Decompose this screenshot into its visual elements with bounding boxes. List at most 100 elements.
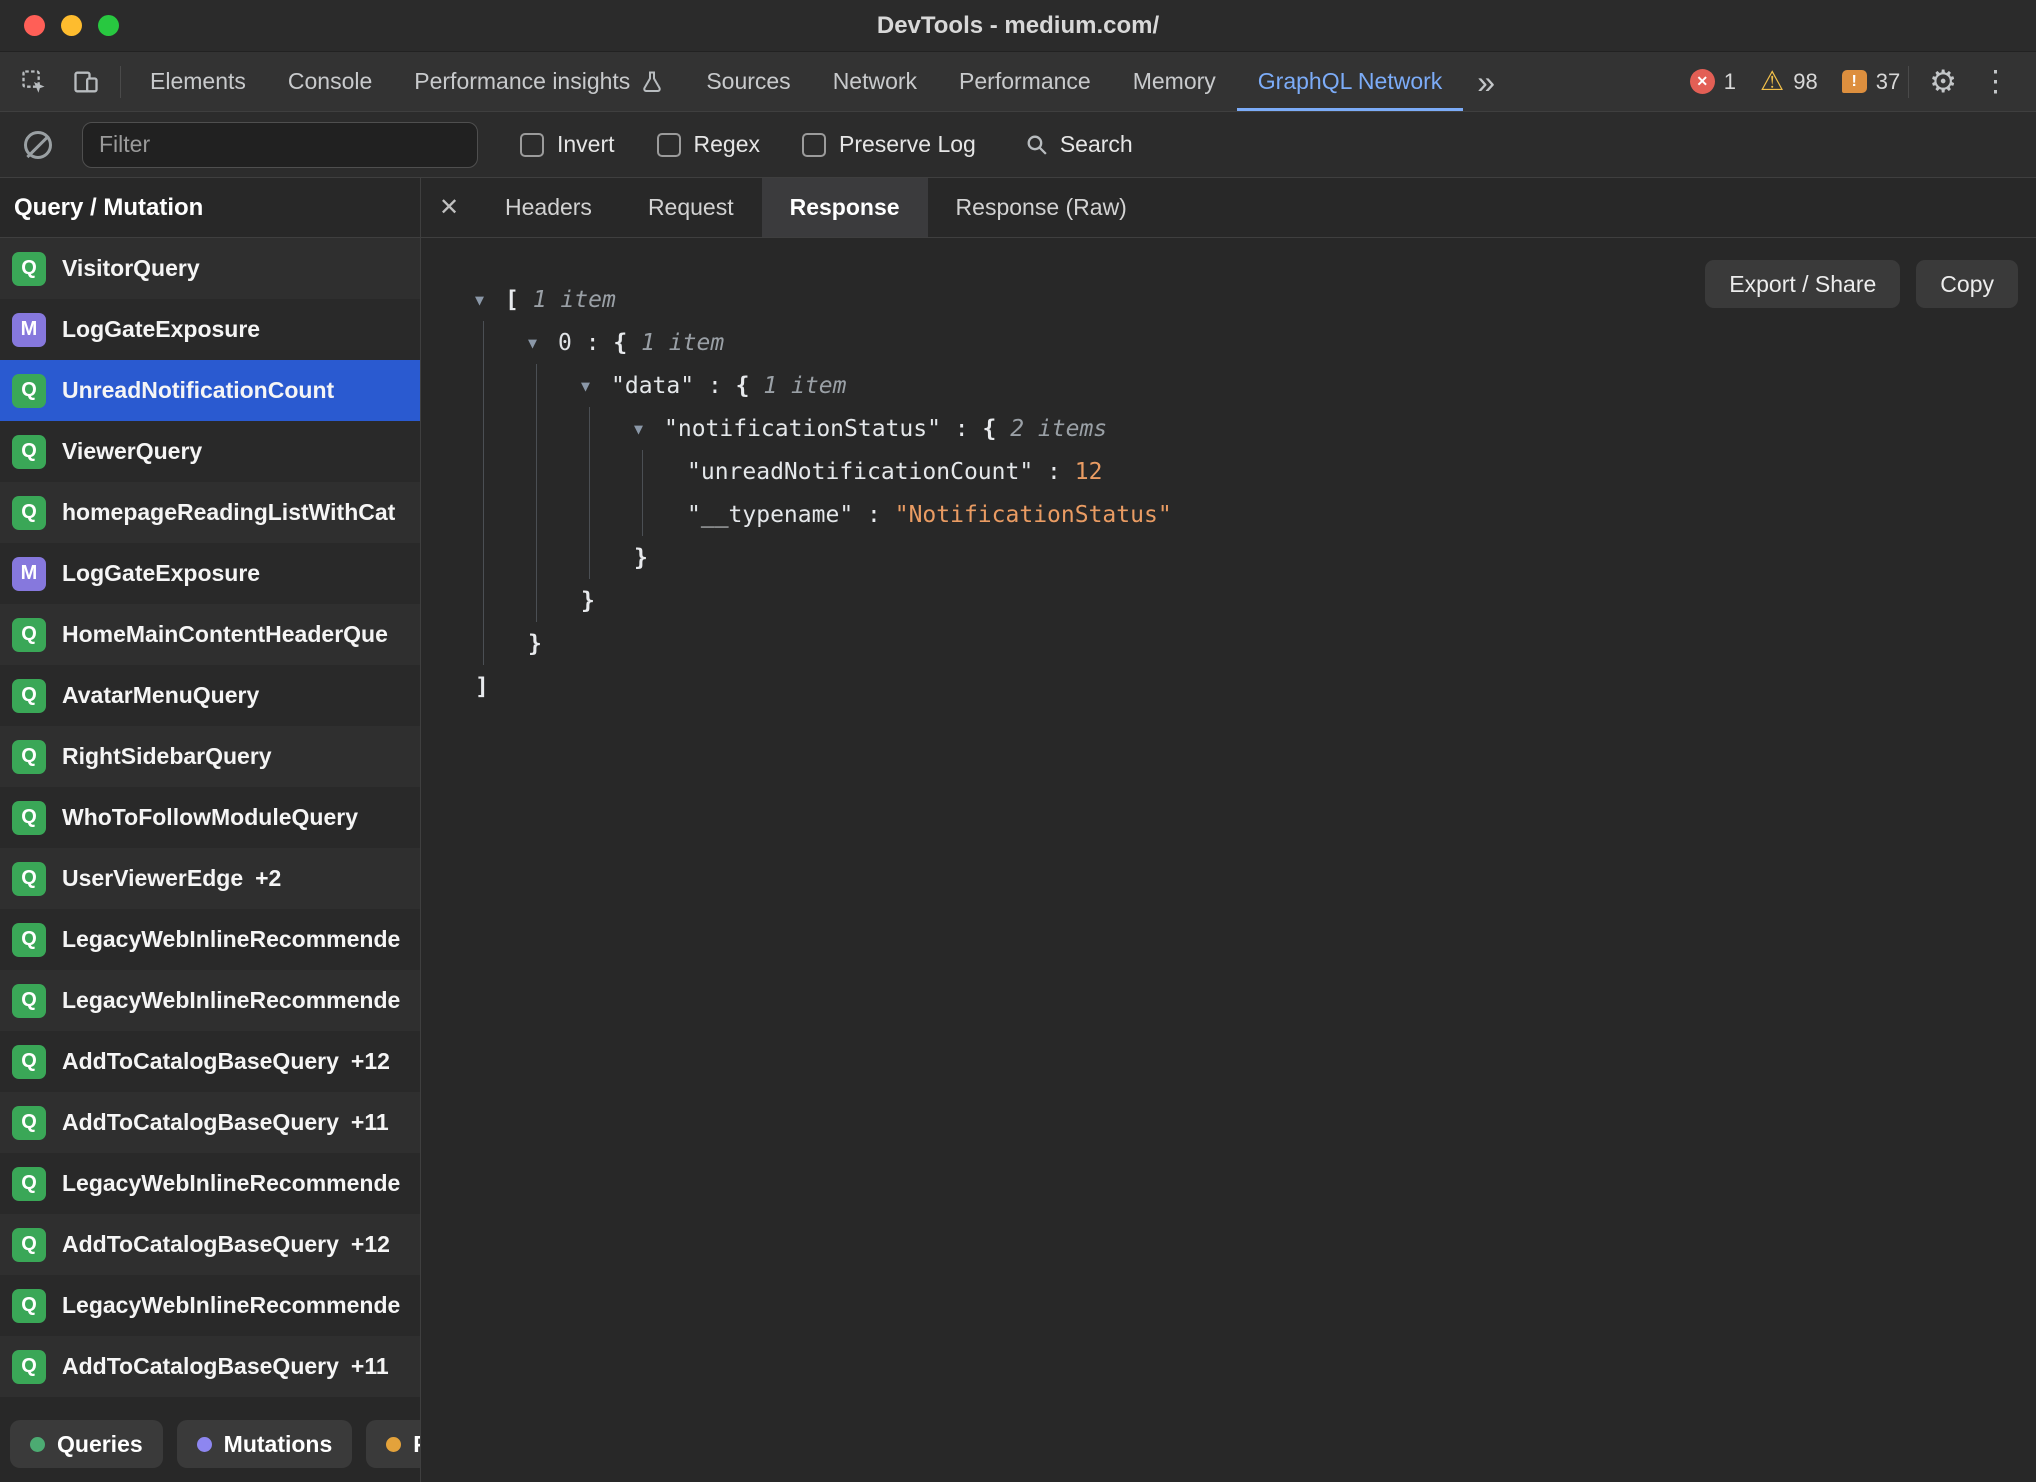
- indent-guide: [581, 407, 634, 450]
- collapse-caret-icon[interactable]: ▼: [475, 291, 505, 309]
- json-token-colon: :: [940, 415, 983, 442]
- list-item[interactable]: Q ViewerQuery: [0, 421, 420, 482]
- invert-checkbox[interactable]: Invert: [520, 131, 615, 158]
- separator: [120, 65, 121, 98]
- tab-memory[interactable]: Memory: [1112, 52, 1237, 111]
- query-badge: Q: [12, 861, 46, 896]
- checkbox-icon: [520, 132, 544, 157]
- operation-name: LogGateExposure: [62, 560, 261, 586]
- list-item[interactable]: Q LegacyWebInlineRecommende: [0, 1153, 420, 1214]
- json-token-colon: :: [694, 372, 736, 399]
- tab-label: GraphQL Network: [1257, 68, 1443, 94]
- indent-guide: [581, 493, 634, 536]
- list-item[interactable]: Q AddToCatalogBaseQuery +11: [0, 1336, 420, 1397]
- tab-label: Network: [832, 68, 918, 94]
- list-item[interactable]: Q HomeMainContentHeaderQue: [0, 604, 420, 665]
- regex-checkbox[interactable]: Regex: [656, 131, 761, 158]
- list-item[interactable]: Q VisitorQuery: [0, 238, 420, 299]
- operation-name: HomeMainContentHeaderQue: [62, 621, 388, 647]
- operation-name: AddToCatalogBaseQuery: [62, 1231, 339, 1257]
- window-title: DevTools - medium.com/: [876, 11, 1160, 39]
- collapse-caret-icon[interactable]: ▼: [634, 420, 664, 438]
- list-item[interactable]: Q LegacyWebInlineRecommende: [0, 970, 420, 1031]
- tab-headers[interactable]: Headers: [477, 178, 620, 237]
- tab-elements[interactable]: Elements: [129, 52, 267, 111]
- macos-zoom-button[interactable]: [98, 15, 119, 36]
- json-token-meta: 1 item: [532, 286, 616, 313]
- warning-count-badge[interactable]: ⚠ 98: [1760, 68, 1818, 95]
- list-item[interactable]: Q AddToCatalogBaseQuery +12: [0, 1031, 420, 1092]
- macos-minimize-button[interactable]: [61, 15, 82, 36]
- json-tree-row: ▼ "notificationStatus" : { 2 items: [475, 407, 2036, 450]
- list-item[interactable]: Q AddToCatalogBaseQuery +11: [0, 1092, 420, 1153]
- export-share-button[interactable]: Export / Share: [1705, 260, 1901, 308]
- json-token-meta: 2 items: [1010, 415, 1108, 442]
- tab-label: Console: [287, 68, 373, 94]
- device-toolbar-button[interactable]: [60, 52, 112, 111]
- filter-chip-label: Queries: [57, 1430, 143, 1457]
- list-item[interactable]: M LogGateExposure: [0, 543, 420, 604]
- copy-button[interactable]: Copy: [1916, 260, 2018, 308]
- list-item[interactable]: Q RightSidebarQuery: [0, 726, 420, 787]
- list-item[interactable]: Q UserViewerEdge +2: [0, 848, 420, 909]
- list-item[interactable]: Q WhoToFollowModuleQuery: [0, 787, 420, 848]
- query-badge: Q: [12, 1288, 46, 1323]
- operation-name: AvatarMenuQuery: [62, 682, 260, 708]
- checkbox-label: Preserve Log: [839, 131, 976, 157]
- batch-count: +12: [350, 1048, 390, 1074]
- list-item[interactable]: Q AddToCatalogBaseQuery +12: [0, 1214, 420, 1275]
- filter-input[interactable]: [82, 121, 478, 168]
- tab-network[interactable]: Network: [812, 52, 938, 111]
- filter-chip-mutations[interactable]: Mutations: [176, 1420, 353, 1468]
- indent-guide: [581, 450, 634, 493]
- list-item[interactable]: Q LegacyWebInlineRecommende: [0, 909, 420, 970]
- tab-label: Sources: [706, 68, 791, 94]
- filter-chip-queries[interactable]: Queries: [10, 1420, 163, 1468]
- collapse-caret-icon[interactable]: ▼: [581, 377, 611, 395]
- detail-tabbar: ✕ Headers Request Response Response (Raw…: [421, 178, 2036, 238]
- more-tabs-button[interactable]: »: [1463, 66, 1509, 98]
- inspect-element-button[interactable]: [8, 52, 60, 111]
- collapse-caret-icon[interactable]: ▼: [528, 334, 558, 352]
- error-count-badge[interactable]: ✕ 1: [1689, 68, 1737, 95]
- error-count: 1: [1723, 68, 1737, 94]
- tab-sources[interactable]: Sources: [685, 52, 811, 111]
- checkbox-label: Regex: [693, 131, 761, 157]
- mutation-badge: M: [12, 556, 46, 591]
- tab-response-raw[interactable]: Response (Raw): [928, 178, 1155, 237]
- tab-request[interactable]: Request: [620, 178, 762, 237]
- json-tree-row: }: [475, 536, 2036, 579]
- issue-count-badge[interactable]: ! 37: [1841, 69, 1900, 95]
- list-item[interactable]: Q UnreadNotificationCount: [0, 360, 420, 421]
- search-button[interactable]: Search: [1024, 131, 1133, 158]
- json-token-punct: {: [613, 329, 642, 356]
- indent-guide: [528, 579, 581, 622]
- batch-count: +12: [350, 1231, 390, 1257]
- tab-response[interactable]: Response: [761, 178, 928, 237]
- tab-label: Memory: [1132, 68, 1216, 94]
- filter-chip-pers[interactable]: Pers: [366, 1420, 420, 1468]
- tab-console[interactable]: Console: [267, 52, 393, 111]
- detail-panel: ✕ Headers Request Response Response (Raw…: [421, 178, 2036, 1482]
- more-options-button[interactable]: ⋮: [1969, 52, 2022, 111]
- list-item[interactable]: Q LegacyWebInlineRecommende: [0, 1275, 420, 1336]
- operation-name: LogGateExposure: [62, 316, 261, 342]
- query-badge: Q: [12, 495, 46, 530]
- block-icon: [24, 130, 52, 159]
- issue-icon: !: [1841, 70, 1867, 93]
- tab-graphql-network[interactable]: GraphQL Network: [1237, 52, 1464, 111]
- filter-dot-icon: [196, 1436, 212, 1452]
- json-tree-row: }: [475, 579, 2036, 622]
- macos-close-button[interactable]: [24, 15, 45, 36]
- settings-button[interactable]: ⚙: [1917, 52, 1969, 111]
- list-item[interactable]: Q AvatarMenuQuery: [0, 665, 420, 726]
- close-detail-button[interactable]: ✕: [421, 178, 477, 237]
- tab-performance[interactable]: Performance: [938, 52, 1112, 111]
- preserve-log-checkbox[interactable]: Preserve Log: [802, 131, 976, 158]
- query-badge: Q: [12, 251, 46, 286]
- list-item[interactable]: QhomepageReadingListWithCat: [0, 482, 420, 543]
- traffic-lights: [24, 0, 119, 51]
- clear-button[interactable]: [18, 112, 64, 177]
- list-item[interactable]: M LogGateExposure: [0, 299, 420, 360]
- tab-performance-insights[interactable]: Performance insights: [393, 52, 685, 111]
